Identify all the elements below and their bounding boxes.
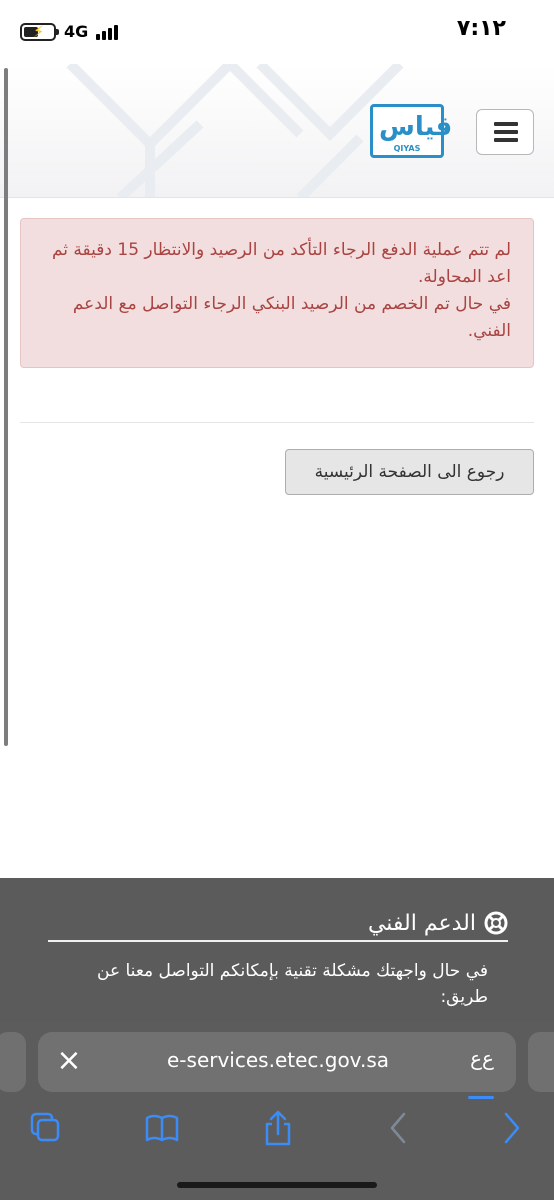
menu-button[interactable] (476, 109, 534, 155)
share-icon[interactable] (258, 1108, 298, 1148)
support-heading: الدعم الفني (48, 906, 508, 942)
previous-tab-peek[interactable] (0, 1032, 26, 1092)
logo-mark: قياس (379, 112, 453, 142)
status-bar: ⚡ 4G ٧:١٢ (0, 0, 554, 64)
qiyas-logo[interactable]: قياس QIYAS (370, 104, 453, 158)
network-type: 4G (64, 22, 89, 41)
error-alert: لم تتم عملية الدفع الرجاء التأكد من الرص… (20, 218, 534, 368)
next-tab-peek[interactable] (528, 1032, 554, 1092)
back-to-home-button[interactable]: رجوع الى الصفحة الرئيسية (285, 449, 534, 495)
reader-settings-button[interactable]: ع‌ع (464, 1046, 500, 1070)
browser-toolbar (0, 1098, 554, 1168)
menu-icon (494, 122, 518, 126)
browser-bottom-bar: × e-services.etec.gov.sa ع‌ع (0, 1022, 554, 1200)
page-scrollbar[interactable] (4, 68, 8, 746)
url-text[interactable]: e-services.etec.gov.sa (118, 1048, 438, 1072)
logo-text: QIYAS (393, 144, 421, 153)
close-icon[interactable]: × (54, 1046, 84, 1076)
alert-line-1: لم تتم عملية الدفع الرجاء التأكد من الرص… (51, 240, 511, 287)
lifebuoy-icon (484, 911, 508, 935)
page: ⚡ 4G ٧:١٢ قياس QIYAS لم تتم عملية الدفع … (0, 0, 554, 1200)
signal-icon (96, 24, 119, 40)
home-indicator (177, 1182, 377, 1188)
back-icon[interactable] (378, 1108, 418, 1148)
support-title: الدعم الفني (367, 910, 476, 936)
status-indicators: ⚡ 4G (20, 22, 119, 41)
status-time: ٧:١٢ (456, 16, 506, 41)
support-text: في حال واجهتك مشكلة تقنية بإمكانكم التوا… (97, 961, 488, 1007)
divider (20, 422, 534, 423)
alert-line-2: في حال تم الخصم من الرصيد البنكي الرجاء … (72, 294, 511, 341)
battery-icon: ⚡ (20, 22, 59, 41)
site-header: قياس QIYAS (0, 64, 554, 198)
address-bar[interactable]: × e-services.etec.gov.sa ع‌ع (38, 1032, 516, 1099)
header-pattern (66, 64, 404, 197)
forward-icon[interactable] (492, 1108, 532, 1148)
bookmarks-icon[interactable] (142, 1108, 182, 1148)
tabs-icon[interactable] (26, 1108, 66, 1148)
